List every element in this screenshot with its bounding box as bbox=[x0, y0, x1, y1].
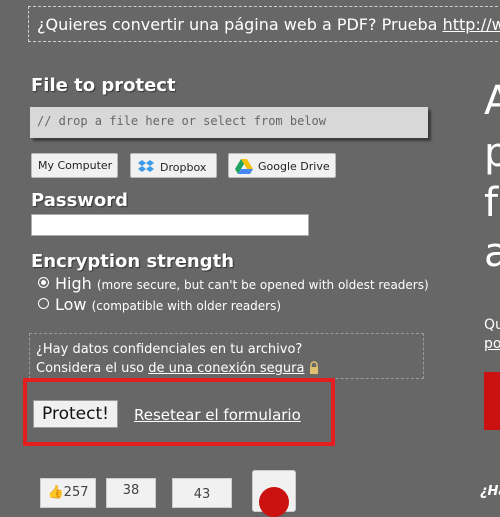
dropbox-label: Dropbox bbox=[160, 161, 207, 174]
protect-button[interactable]: Protect! bbox=[33, 400, 118, 428]
right-letter-2: p bbox=[484, 130, 500, 176]
promo-link[interactable]: http://www.htm bbox=[443, 15, 500, 34]
encryption-option-low[interactable]: Low (compatible with older readers) bbox=[38, 295, 281, 314]
reset-form-link[interactable]: Resetear el formulario bbox=[134, 406, 301, 424]
dropbox-icon bbox=[137, 159, 155, 178]
right-letter-3: f bbox=[484, 180, 499, 226]
share-count-box-1[interactable]: 38 bbox=[106, 478, 156, 508]
secure-connection-link[interactable]: de una conexión segura bbox=[148, 361, 304, 376]
right-letter-4: a bbox=[484, 230, 500, 276]
right-text-1: Qu bbox=[484, 317, 500, 333]
like-button[interactable]: 👍257 bbox=[40, 478, 96, 508]
encryption-option-high[interactable]: High (more secure, but can't be opened w… bbox=[38, 274, 429, 293]
low-label: Low bbox=[55, 295, 87, 314]
radio-unselected-icon[interactable] bbox=[38, 298, 49, 309]
notice-line1: ¿Hay datos confidenciales en tu archivo? bbox=[36, 342, 303, 357]
promo-text: ¿Quieres convertir una página web a PDF?… bbox=[37, 15, 443, 34]
encryption-title: Encryption strength bbox=[31, 251, 235, 272]
secure-connection-notice: ¿Hay datos confidenciales en tu archivo?… bbox=[29, 333, 424, 379]
my-computer-label: My Computer bbox=[38, 159, 113, 172]
thumbs-up-icon: 👍 bbox=[47, 485, 64, 500]
promo-banner: ¿Quieres convertir una página web a PDF?… bbox=[28, 6, 500, 42]
high-label: High bbox=[55, 274, 92, 293]
high-note: (more secure, but can't be opened with o… bbox=[96, 278, 429, 292]
file-section-title: File to protect bbox=[31, 75, 176, 96]
red-circle-icon bbox=[259, 487, 289, 517]
right-link[interactable]: po bbox=[484, 336, 500, 352]
password-field[interactable] bbox=[31, 214, 309, 236]
google-drive-label: Google Drive bbox=[258, 160, 330, 173]
low-note: (compatible with older readers) bbox=[91, 299, 282, 313]
notice-line2: Considera el uso bbox=[36, 361, 149, 376]
share-button-3[interactable] bbox=[252, 470, 296, 517]
right-letter-1: A bbox=[484, 78, 500, 124]
like-count: 257 bbox=[63, 485, 89, 500]
dropbox-button[interactable]: Dropbox bbox=[130, 153, 217, 178]
google-drive-button[interactable]: Google Drive bbox=[228, 153, 336, 178]
right-red-banner[interactable] bbox=[484, 372, 500, 430]
my-computer-button[interactable]: My Computer bbox=[31, 153, 118, 178]
share-count-1: 38 bbox=[122, 483, 140, 498]
right-text-2: ¿Ha bbox=[480, 484, 500, 499]
file-drop-zone[interactable]: // drop a file here or select from below bbox=[30, 107, 428, 138]
radio-selected-icon[interactable] bbox=[38, 277, 49, 288]
google-drive-icon bbox=[235, 159, 253, 177]
share-count-box-2[interactable]: 43 bbox=[172, 478, 232, 508]
password-title: Password bbox=[31, 190, 129, 211]
